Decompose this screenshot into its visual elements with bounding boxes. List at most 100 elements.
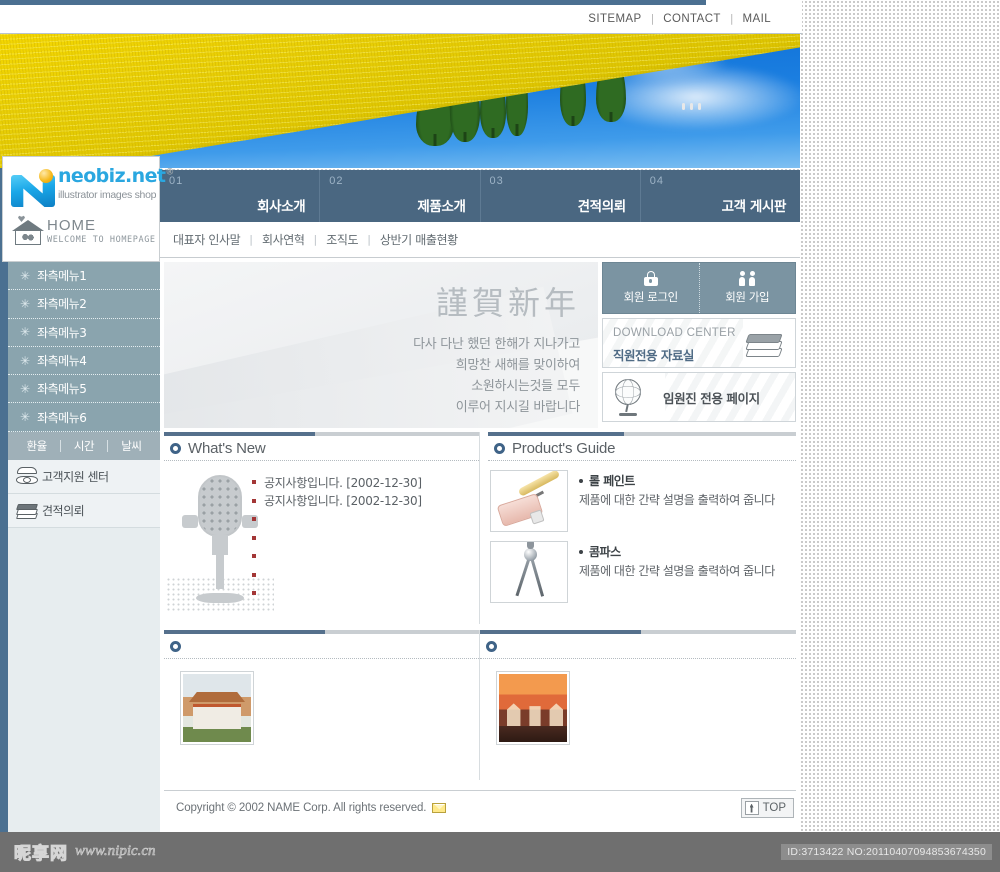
sidebar-support-center[interactable]: 고객지원 센터 (8, 459, 160, 494)
sidebar-item-2[interactable]: ✳ 좌측메뉴2 (8, 290, 160, 319)
sidebar-quote-request[interactable]: 견적의뢰 (8, 493, 160, 528)
executive-page-widget[interactable]: 임원진 전용 페이지 (602, 372, 796, 422)
subnav-sep-2: | (313, 233, 318, 246)
sidebar-item-5[interactable]: ✳ 좌측메뉴5 (8, 375, 160, 404)
nav-tab-company[interactable]: 01 회사소개 (160, 170, 321, 222)
link-contact[interactable]: CONTACT (654, 13, 730, 25)
home-banner[interactable]: HOME WELCOME TO HOMEPAGE (3, 211, 159, 247)
sidebar-item-1[interactable]: ✳ 좌측메뉴1 (8, 262, 160, 291)
sidebar-label-6: 좌측메뉴6 (37, 410, 87, 425)
sidebar-label-2: 좌측메뉴2 (37, 297, 87, 312)
logo-tagline: illustrator images shop (58, 189, 157, 201)
news-item[interactable] (252, 566, 472, 585)
greeting-line-4: 이루어 지시길 바랍니다 (455, 400, 581, 415)
nav-number-03: 03 (489, 175, 504, 187)
star-icon: ✳ (20, 410, 31, 425)
subnav-sep-3: | (367, 233, 371, 246)
news-item[interactable] (252, 547, 472, 566)
sub-navigation: 대표자 인사말 | 회사연혁 | 조직도 | 상반기 매출현황 (160, 222, 800, 258)
download-center-widget[interactable]: DOWNLOAD CENTER 직원전용 자료실 (602, 318, 796, 368)
link-sitemap[interactable]: SITEMAP (579, 13, 650, 25)
product-name-roller: 롤 페인트 (579, 472, 775, 489)
gallery-right-divider (480, 658, 796, 659)
whats-new-section: What's New 공지사항입니다. [2002-12-30] 공지사항입니다… (164, 432, 480, 624)
star-icon: ✳ (20, 296, 31, 311)
books-icon (745, 331, 783, 357)
member-panel: 회원 로그인 회원 가입 (602, 262, 796, 314)
gallery-right-thumb[interactable] (496, 671, 570, 745)
sidebar-item-4[interactable]: ✳ 좌측메뉴4 (8, 347, 160, 376)
top-blue-cap (0, 0, 706, 5)
page-footer: Copyright © 2002 NAME Corp. All rights r… (164, 790, 796, 824)
whats-new-header: What's New (164, 432, 479, 460)
product-item-roller[interactable]: 롤 페인트 제품에 대한 간략 설명을 출력하여 줍니다 (488, 470, 796, 532)
section-ring-icon (494, 443, 505, 454)
bullet-icon (252, 517, 256, 522)
news-item[interactable]: 공지사항입니다. [2002-12-30] (252, 473, 472, 492)
left-spine (0, 168, 8, 832)
sidebar-quote-label: 견적의뢰 (42, 503, 85, 518)
products-guide-header: Product's Guide (488, 432, 796, 460)
download-center-title: DOWNLOAD CENTER (613, 327, 736, 339)
phone-icon (16, 467, 38, 485)
executive-page-label: 임원진 전용 페이지 (663, 390, 760, 406)
bullet-icon (579, 479, 583, 483)
welcome-banner: 謹賀新年 다사 다난 했던 한해가 지나가고 희망찬 새해를 맞이하여 소원하시… (164, 262, 598, 428)
download-center-subtitle: 직원전용 자료실 (613, 348, 694, 363)
subnav-orgchart[interactable]: 조직도 (326, 231, 358, 248)
gallery-left-divider (164, 658, 479, 659)
subnav-sales[interactable]: 상반기 매출현황 (380, 231, 458, 248)
subnav-history[interactable]: 회사연혁 (262, 231, 305, 248)
sidebar-item-3[interactable]: ✳ 좌측메뉴3 (8, 319, 160, 347)
nav-tab-products[interactable]: 02 제품소개 (320, 170, 481, 222)
paint-roller-image (490, 470, 568, 532)
greeting-line-2: 희망찬 새해를 맞이하여 (455, 358, 581, 373)
nav-label-company: 회사소개 (257, 199, 306, 215)
tab-time[interactable]: 시간 (61, 439, 109, 452)
product-desc-roller: 제품에 대한 간략 설명을 출력하여 줍니다 (579, 493, 775, 507)
star-icon: ✳ (20, 268, 31, 283)
nav-tab-board[interactable]: 04 고객 게시판 (641, 170, 800, 222)
main-navigation: 01 회사소개 02 제품소개 03 견적의뢰 04 고객 게시판 (160, 170, 800, 222)
logo-box[interactable]: neobiz.net® illustrator images shop HOME… (2, 156, 174, 262)
back-to-top-button[interactable]: TOP (740, 797, 794, 818)
watermark-id: ID:3713422 NO:20110407094853674350 (781, 844, 992, 860)
whats-new-title: What's New (188, 440, 266, 457)
tab-exchange-rate[interactable]: 환율 (13, 439, 61, 452)
watermark-url: www.nipic.cn (75, 843, 156, 860)
sidebar-item-6[interactable]: ✳ 좌측메뉴6 (8, 403, 160, 432)
link-mail[interactable]: MAIL (734, 13, 780, 25)
news-item[interactable]: 공지사항입니다. [2002-12-30] (252, 492, 472, 511)
news-item[interactable] (252, 529, 472, 548)
sidebar-label-3: 좌측메뉴3 (37, 325, 87, 340)
product-item-compass[interactable]: 콤파스 제품에 대한 간략 설명을 출력하여 줍니다 (488, 541, 796, 603)
subnav-sep-1: | (249, 233, 253, 246)
news-item[interactable] (252, 584, 472, 603)
hero-hikers (682, 100, 722, 110)
mail-icon[interactable] (432, 802, 447, 813)
nav-label-board: 고객 게시판 (721, 199, 787, 215)
news-text: 공지사항입니다. [2002-12-30] (264, 494, 422, 509)
books-icon (16, 501, 38, 520)
greeting-line-1: 다사 다난 했던 한해가 지나가고 (413, 337, 580, 352)
arrow-up-icon (744, 800, 759, 815)
member-join-button[interactable]: 회원 가입 (700, 263, 796, 313)
bullet-icon (252, 572, 256, 577)
member-login-button[interactable]: 회원 로그인 (603, 263, 700, 313)
right-widget-column: 회원 로그인 회원 가입 DOWNLOAD CENTER 직원전용 자료실 임원… (602, 262, 796, 422)
watermark-cn-name: 昵享网 (14, 844, 68, 865)
left-sidebar: ✳ 좌측메뉴1 ✳ 좌측메뉴2 ✳ 좌측메뉴3 ✳ 좌측메뉴4 ✳ 좌측메뉴5 … (8, 262, 160, 832)
member-join-label: 회원 가입 (725, 290, 770, 304)
subnav-greeting[interactable]: 대표자 인사말 (173, 231, 241, 248)
new-year-message: 다사 다난 했던 한해가 지나가고 희망찬 새해를 맞이하여 소원하시는것들 모… (413, 334, 580, 418)
gallery-left-thumb[interactable] (180, 671, 254, 745)
bullet-icon (252, 480, 256, 485)
new-year-hanja: 謹賀新年 (435, 284, 580, 322)
nav-tab-quote[interactable]: 03 견적의뢰 (481, 170, 641, 222)
news-item[interactable] (252, 510, 472, 529)
palace-photo (499, 674, 567, 742)
mid-section-row: What's New 공지사항입니다. [2002-12-30] 공지사항입니다… (164, 432, 796, 624)
lock-icon (643, 271, 658, 286)
top-label: TOP (762, 801, 786, 814)
tab-weather[interactable]: 날씨 (108, 440, 154, 452)
